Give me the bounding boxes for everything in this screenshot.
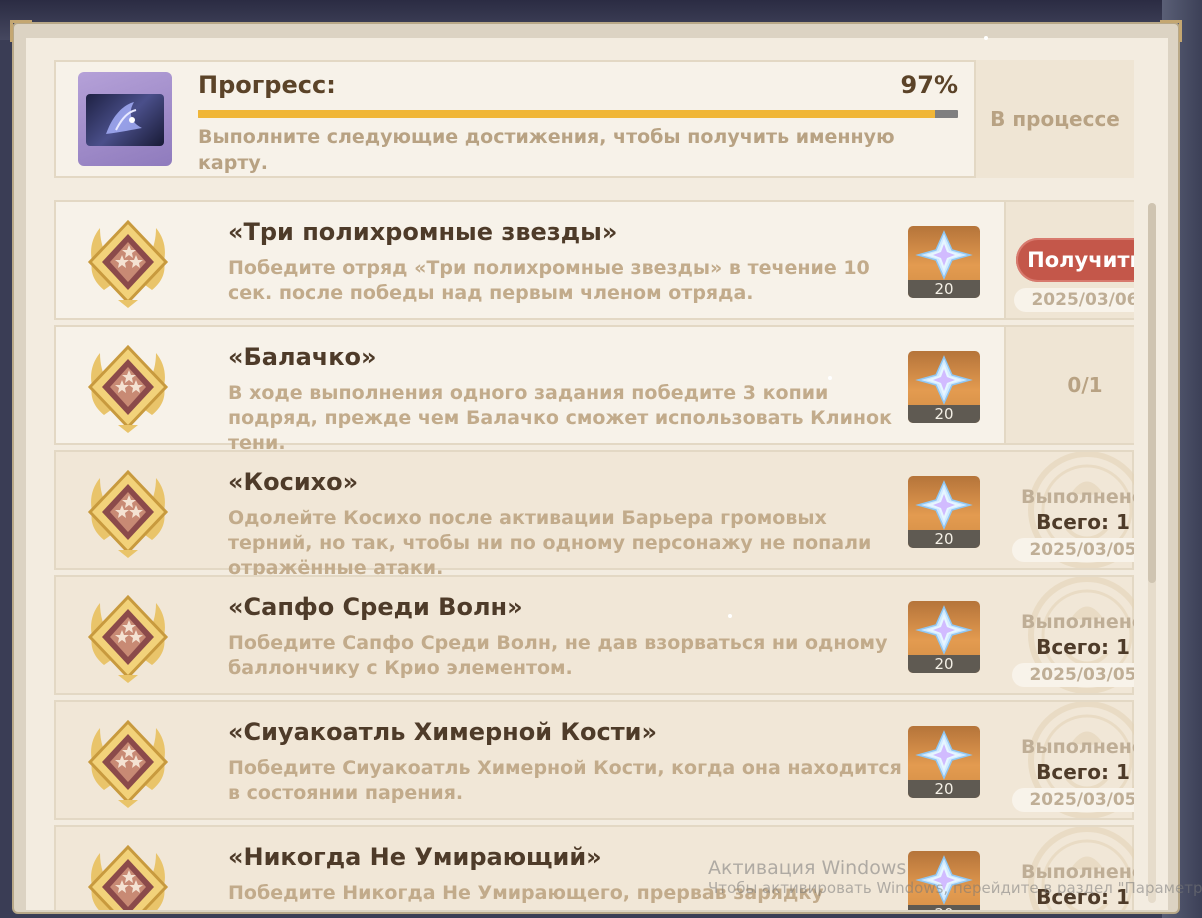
achievement-status-area: Получить 2025/03/06 <box>1004 202 1134 318</box>
achievement-description: В ходе выполнения одного задания победит… <box>228 382 892 454</box>
achievement-status-area: Выполнено Всего: 1 2025/03/05 <box>1004 576 1134 694</box>
gold-medal-icon <box>78 462 178 562</box>
sparkle-decoration <box>728 614 732 618</box>
sparkle-decoration <box>828 376 832 380</box>
reward-count: 20 <box>908 530 980 548</box>
achievement-description: Победите Сиуакоатль Химерной Кости, когд… <box>228 757 902 804</box>
namecard-icon <box>78 72 172 166</box>
achievement-row: «Сиуакоатль Химерной Кости» Победите Сиу… <box>54 700 1134 820</box>
reward-item[interactable]: 20 <box>908 726 980 798</box>
achievement-title: «Косихо» <box>228 468 359 496</box>
watermark-title: Активация Windows <box>708 857 907 879</box>
achievement-date: 2025/03/06 <box>1014 288 1134 312</box>
achievement-description: Победите Сапфо Среди Волн, не дав взорва… <box>228 632 888 679</box>
gold-medal-icon <box>78 712 178 812</box>
progress-bar-fill <box>198 110 936 118</box>
achievement-total-label: Всего: 1 <box>1036 510 1130 534</box>
achievement-row: «Три полихромные звезды» Победите отряд … <box>54 200 1134 320</box>
claim-button[interactable]: Получить <box>1016 238 1134 282</box>
progress-title: Прогресс: <box>198 71 336 99</box>
achievement-completed-label: Выполнено <box>1021 611 1134 633</box>
progress-percent: 97% <box>900 71 958 99</box>
achievement-status-area: 0/1 <box>1004 327 1134 443</box>
achievement-completed-label: Выполнено <box>1021 736 1134 758</box>
reward-count: 20 <box>908 780 980 798</box>
achievement-completed-label: Выполнено <box>1021 486 1134 508</box>
windows-activation-watermark: Активация Windows Чтобы активировать Win… <box>708 858 1202 898</box>
gold-medal-icon <box>78 587 178 687</box>
watermark-subtitle: Чтобы активировать Windows, перейдите в … <box>708 879 1202 897</box>
achievement-description: Победите отряд «Три полихромные звезды» … <box>228 257 870 304</box>
gold-medal-icon <box>78 837 178 910</box>
achievement-progress-count: 0/1 <box>1067 373 1103 397</box>
progress-bar <box>198 110 958 118</box>
achievement-date: 2025/03/05 <box>1012 788 1134 812</box>
achievement-row: «Косихо» Одолейте Косихо после активации… <box>54 450 1134 579</box>
scrollbar[interactable] <box>1148 203 1156 903</box>
progress-status-box: В процессе <box>974 60 1134 178</box>
reward-item[interactable]: 20 <box>908 601 980 673</box>
achievement-status-area: Выполнено Всего: 1 2025/03/05 <box>1004 451 1134 569</box>
reward-item[interactable]: 20 <box>908 351 980 423</box>
achievement-list[interactable]: «Три полихромные звезды» Победите отряд … <box>54 200 1134 910</box>
achievement-title: «Никогда Не Умирающий» <box>228 843 602 871</box>
reward-item[interactable]: 20 <box>908 476 980 548</box>
achievement-total-label: Всего: 1 <box>1036 635 1130 659</box>
achievement-date: 2025/03/05 <box>1012 538 1134 562</box>
achievement-description: Одолейте Косихо после активации Барьера … <box>228 507 872 579</box>
reward-count: 20 <box>908 405 980 423</box>
sparkle-decoration <box>984 36 988 40</box>
achievement-date: 2025/03/05 <box>1012 663 1134 687</box>
progress-status: В процессе <box>990 107 1120 131</box>
achievement-total-label: Всего: 1 <box>1036 760 1130 784</box>
progress-description: Выполните следующие достижения, чтобы по… <box>198 126 895 174</box>
gold-medal-icon <box>78 337 178 437</box>
achievement-status-area: Выполнено Всего: 1 2025/03/05 <box>1004 701 1134 819</box>
reward-count: 20 <box>908 280 980 298</box>
achievement-row: «Сапфо Среди Волн» Победите Сапфо Среди … <box>54 575 1134 695</box>
scrollbar-thumb[interactable] <box>1148 203 1156 583</box>
reward-count: 20 <box>908 655 980 673</box>
achievement-title: «Сапфо Среди Волн» <box>228 593 523 621</box>
achievement-title: «Три полихромные звезды» <box>228 218 618 246</box>
achievement-row: «Балачко» В ходе выполнения одного задан… <box>54 325 1134 454</box>
reward-item[interactable]: 20 <box>908 226 980 298</box>
achievement-title: «Балачко» <box>228 343 377 371</box>
gold-medal-icon <box>78 212 178 312</box>
reward-count: 20 <box>908 905 980 910</box>
achievement-title: «Сиуакоатль Химерной Кости» <box>228 718 657 746</box>
achievement-panel: Прогресс: 97% Выполните следующие достиж… <box>26 38 1168 910</box>
